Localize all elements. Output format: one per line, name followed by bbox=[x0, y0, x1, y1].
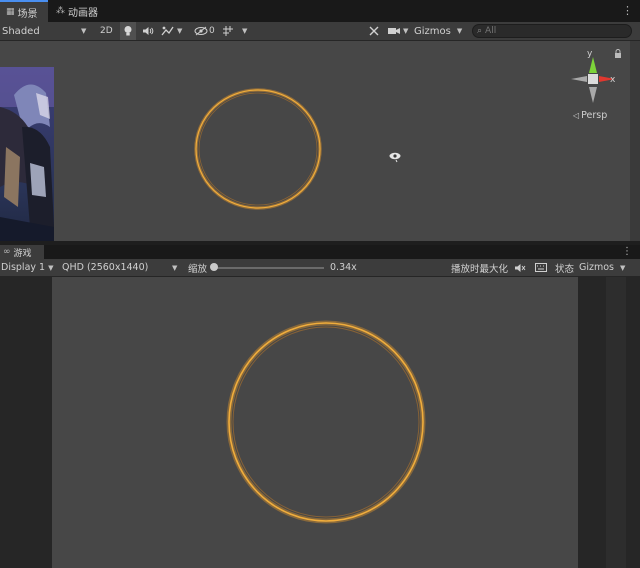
mute-audio-toggle[interactable] bbox=[514, 259, 526, 276]
scene-viewport[interactable]: y x ◁ Persp bbox=[0, 41, 640, 241]
scale-value: 0.34x bbox=[330, 262, 357, 273]
gizmo-center-cube[interactable] bbox=[588, 74, 598, 84]
eye-slash-icon bbox=[194, 26, 208, 36]
lighting-toggle[interactable] bbox=[120, 22, 136, 40]
audio-toggle[interactable] bbox=[142, 22, 154, 40]
chevron-down-icon: ▼ bbox=[403, 27, 409, 35]
display-dropdown[interactable]: Display 1 ▼ bbox=[1, 259, 53, 276]
grid-snapping-dropdown[interactable]: ▼ bbox=[222, 22, 247, 40]
toggle-2d-label: 2D bbox=[100, 26, 113, 36]
grid-snap-icon bbox=[223, 26, 233, 36]
scale-slider-track[interactable] bbox=[214, 267, 324, 269]
game-viewport[interactable] bbox=[0, 277, 640, 568]
gizmo-x-label: x bbox=[610, 75, 616, 85]
tab-scene[interactable]: ▦ 场景 bbox=[0, 0, 48, 22]
game-ring-object bbox=[226, 320, 426, 524]
keyboard-icon bbox=[535, 263, 547, 272]
game-render-canvas[interactable] bbox=[52, 277, 578, 568]
game-toolbar: Display 1 ▼ QHD (2560x1440) ▼ 缩放 0.34x 播… bbox=[0, 259, 640, 277]
projection-toggle[interactable]: ◁ Persp bbox=[573, 110, 607, 121]
anime-character-image bbox=[0, 67, 54, 241]
stats-label: 状态 bbox=[555, 263, 575, 275]
tab-animator[interactable]: ⁂ 动画器 bbox=[50, 0, 106, 22]
chevron-down-icon: ▼ bbox=[172, 263, 178, 272]
gizmos-label: Gizmos bbox=[414, 25, 451, 37]
scene-toolbar: Shaded ▼ 2D ▼ 0 ▼ ▼ Gizmos ▼ ⌕ All bbox=[0, 22, 640, 41]
game-scrollbar[interactable] bbox=[606, 277, 626, 568]
speaker-mute-icon bbox=[515, 263, 526, 272]
wrench-cross-icon bbox=[369, 26, 379, 36]
tab-menu-icon[interactable]: ⋮ bbox=[622, 4, 633, 17]
gamepad-icon: ∞ bbox=[3, 247, 11, 257]
scale-slider-thumb[interactable] bbox=[210, 263, 218, 271]
gizmos-button[interactable]: Gizmos ▼ bbox=[414, 22, 462, 40]
shortcuts-toggle[interactable] bbox=[535, 259, 547, 276]
tab-animator-label: 动画器 bbox=[68, 7, 98, 19]
speaker-icon bbox=[143, 27, 154, 35]
scene-tab-bar: ▦ 场景 ⁂ 动画器 ⋮ bbox=[0, 0, 640, 22]
display-label: Display 1 bbox=[1, 262, 46, 273]
hidden-objects-toggle[interactable]: 0 bbox=[194, 22, 215, 40]
scene-search[interactable]: ⌕ bbox=[472, 24, 632, 38]
toggle-2d-button[interactable]: 2D bbox=[100, 22, 113, 40]
tab-game[interactable]: ∞ 游戏 bbox=[0, 245, 44, 259]
gizmo-neg-y-axis[interactable] bbox=[589, 87, 597, 103]
scene-ring-object[interactable] bbox=[190, 86, 326, 212]
effects-dropdown[interactable]: ▼ bbox=[161, 22, 182, 40]
search-input[interactable] bbox=[482, 26, 616, 36]
tab-game-label: 游戏 bbox=[13, 248, 32, 259]
chevron-down-icon: ▼ bbox=[177, 27, 183, 35]
tools-toggle[interactable] bbox=[368, 22, 380, 40]
camera-dropdown[interactable]: ▼ bbox=[387, 22, 408, 40]
chevron-down-icon: ▼ bbox=[81, 27, 87, 35]
lightbulb-icon bbox=[124, 26, 132, 36]
stats-toggle[interactable]: 状态 bbox=[555, 259, 574, 276]
chevron-down-icon: ▼ bbox=[620, 263, 626, 272]
orientation-gizmo[interactable]: y x bbox=[562, 47, 622, 109]
projection-label: Persp bbox=[581, 110, 608, 121]
gizmo-neg-x-axis[interactable] bbox=[571, 76, 587, 82]
chevron-down-icon: ▼ bbox=[456, 27, 463, 35]
chevron-down-icon: ▼ bbox=[48, 263, 54, 272]
gizmo-y-label: y bbox=[587, 49, 593, 59]
chevron-down-icon: ▼ bbox=[242, 27, 248, 35]
hidden-objects-count: 0 bbox=[209, 26, 215, 36]
game-gizmos-label: Gizmos bbox=[579, 262, 615, 273]
shading-mode-label: Shaded bbox=[2, 25, 40, 37]
game-tab-bar: ∞ 游戏 ⋮ bbox=[0, 245, 640, 259]
camera-icon bbox=[388, 28, 400, 34]
grid-icon: ▦ bbox=[6, 7, 15, 17]
gizmo-y-axis[interactable] bbox=[589, 57, 597, 73]
resolution-arrow[interactable]: ▼ bbox=[172, 259, 177, 276]
view-tool-eye-icon bbox=[389, 152, 401, 163]
animator-icon: ⁂ bbox=[56, 6, 65, 16]
game-gizmos-toggle[interactable]: Gizmos ▼ bbox=[579, 259, 625, 276]
resolution-label: QHD (2560x1440) bbox=[62, 262, 149, 273]
resolution-dropdown[interactable]: QHD (2560x1440) bbox=[62, 259, 148, 276]
maximize-on-play-toggle[interactable]: 播放时最大化 bbox=[451, 259, 508, 276]
maximize-on-play-label: 播放时最大化 bbox=[451, 263, 509, 275]
effects-icon bbox=[161, 26, 174, 36]
tab-scene-label: 场景 bbox=[17, 8, 38, 20]
persp-icon: ◁ bbox=[573, 111, 580, 120]
shading-mode-dropdown[interactable]: Shaded bbox=[2, 22, 40, 40]
scene-scrollbar[interactable] bbox=[630, 41, 640, 241]
shading-mode-arrow[interactable]: ▼ bbox=[81, 22, 86, 40]
scale-label: 缩放 bbox=[188, 263, 208, 275]
game-tab-menu-icon[interactable]: ⋮ bbox=[622, 246, 632, 257]
